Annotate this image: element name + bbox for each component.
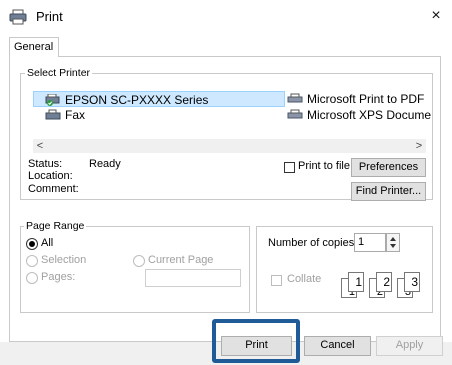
printer-icon	[9, 9, 27, 25]
collate-illustration: 1 1 2 2 3 3	[341, 272, 431, 300]
select-printer-label: Select Printer	[25, 67, 93, 79]
printer-item-microsoft-xps[interactable]: Microsoft XPS Docume	[287, 107, 431, 123]
radio-selection[interactable]	[26, 255, 38, 267]
printer-icon	[287, 93, 303, 103]
printer-icon	[287, 109, 303, 119]
radio-pages[interactable]	[26, 272, 38, 284]
printer-default-icon	[45, 94, 60, 106]
radio-selected-dot	[29, 241, 35, 247]
title-bar	[0, 0, 452, 34]
printer-name: Microsoft Print to PDF	[307, 92, 425, 106]
preferences-button[interactable]: Preferences	[351, 158, 426, 177]
status-value: Ready	[89, 158, 121, 170]
location-label: Location:	[28, 170, 73, 182]
printer-item-microsoft-pdf[interactable]: Microsoft Print to PDF	[287, 91, 424, 107]
fax-icon	[45, 109, 61, 120]
radio-current-page-label: Current Page	[148, 254, 214, 266]
radio-current-page[interactable]	[133, 255, 145, 267]
printer-name: EPSON SC-PXXXX Series	[65, 93, 209, 107]
comment-label: Comment:	[28, 183, 79, 195]
horizontal-scrollbar[interactable]: < >	[33, 139, 426, 153]
up-down-arrows-icon	[390, 237, 396, 248]
radio-all-label: All	[41, 237, 54, 249]
find-printer-button[interactable]: Find Printer...	[351, 182, 426, 201]
apply-button[interactable]: Apply	[376, 336, 443, 356]
radio-selection-label: Selection	[41, 254, 87, 266]
window-title: Print	[36, 9, 63, 24]
copies-input[interactable]: 1	[354, 233, 386, 252]
radio-pages-label: Pages:	[41, 271, 76, 283]
cancel-button[interactable]: Cancel	[304, 336, 371, 356]
number-of-copies-label: Number of copies:	[268, 237, 358, 249]
page-range-label: Page Range	[24, 220, 87, 232]
collate-checkbox[interactable]	[271, 275, 282, 286]
pages-input[interactable]	[145, 269, 241, 287]
scroll-right-icon[interactable]: >	[412, 139, 426, 153]
radio-all[interactable]	[26, 238, 38, 250]
printer-list[interactable]: EPSON SC-PXXXX Series Fax Microsoft Prin…	[33, 84, 431, 138]
printer-item-epson[interactable]: EPSON SC-PXXXX Series	[33, 91, 285, 107]
printer-name: Fax	[65, 108, 86, 122]
print-to-file-checkbox[interactable]	[284, 162, 295, 173]
print-button-highlight	[212, 319, 300, 363]
copies-spinner[interactable]	[386, 233, 400, 252]
scroll-left-icon[interactable]: <	[33, 139, 47, 153]
tab-general[interactable]: General	[9, 37, 59, 57]
print-to-file-label: Print to file	[298, 160, 350, 172]
status-label: Status:	[28, 158, 63, 170]
printer-name: Microsoft XPS Docume	[307, 108, 432, 122]
close-icon[interactable]: ×	[426, 6, 446, 26]
printer-item-fax[interactable]: Fax	[45, 107, 85, 123]
collate-label: Collate	[287, 273, 322, 285]
